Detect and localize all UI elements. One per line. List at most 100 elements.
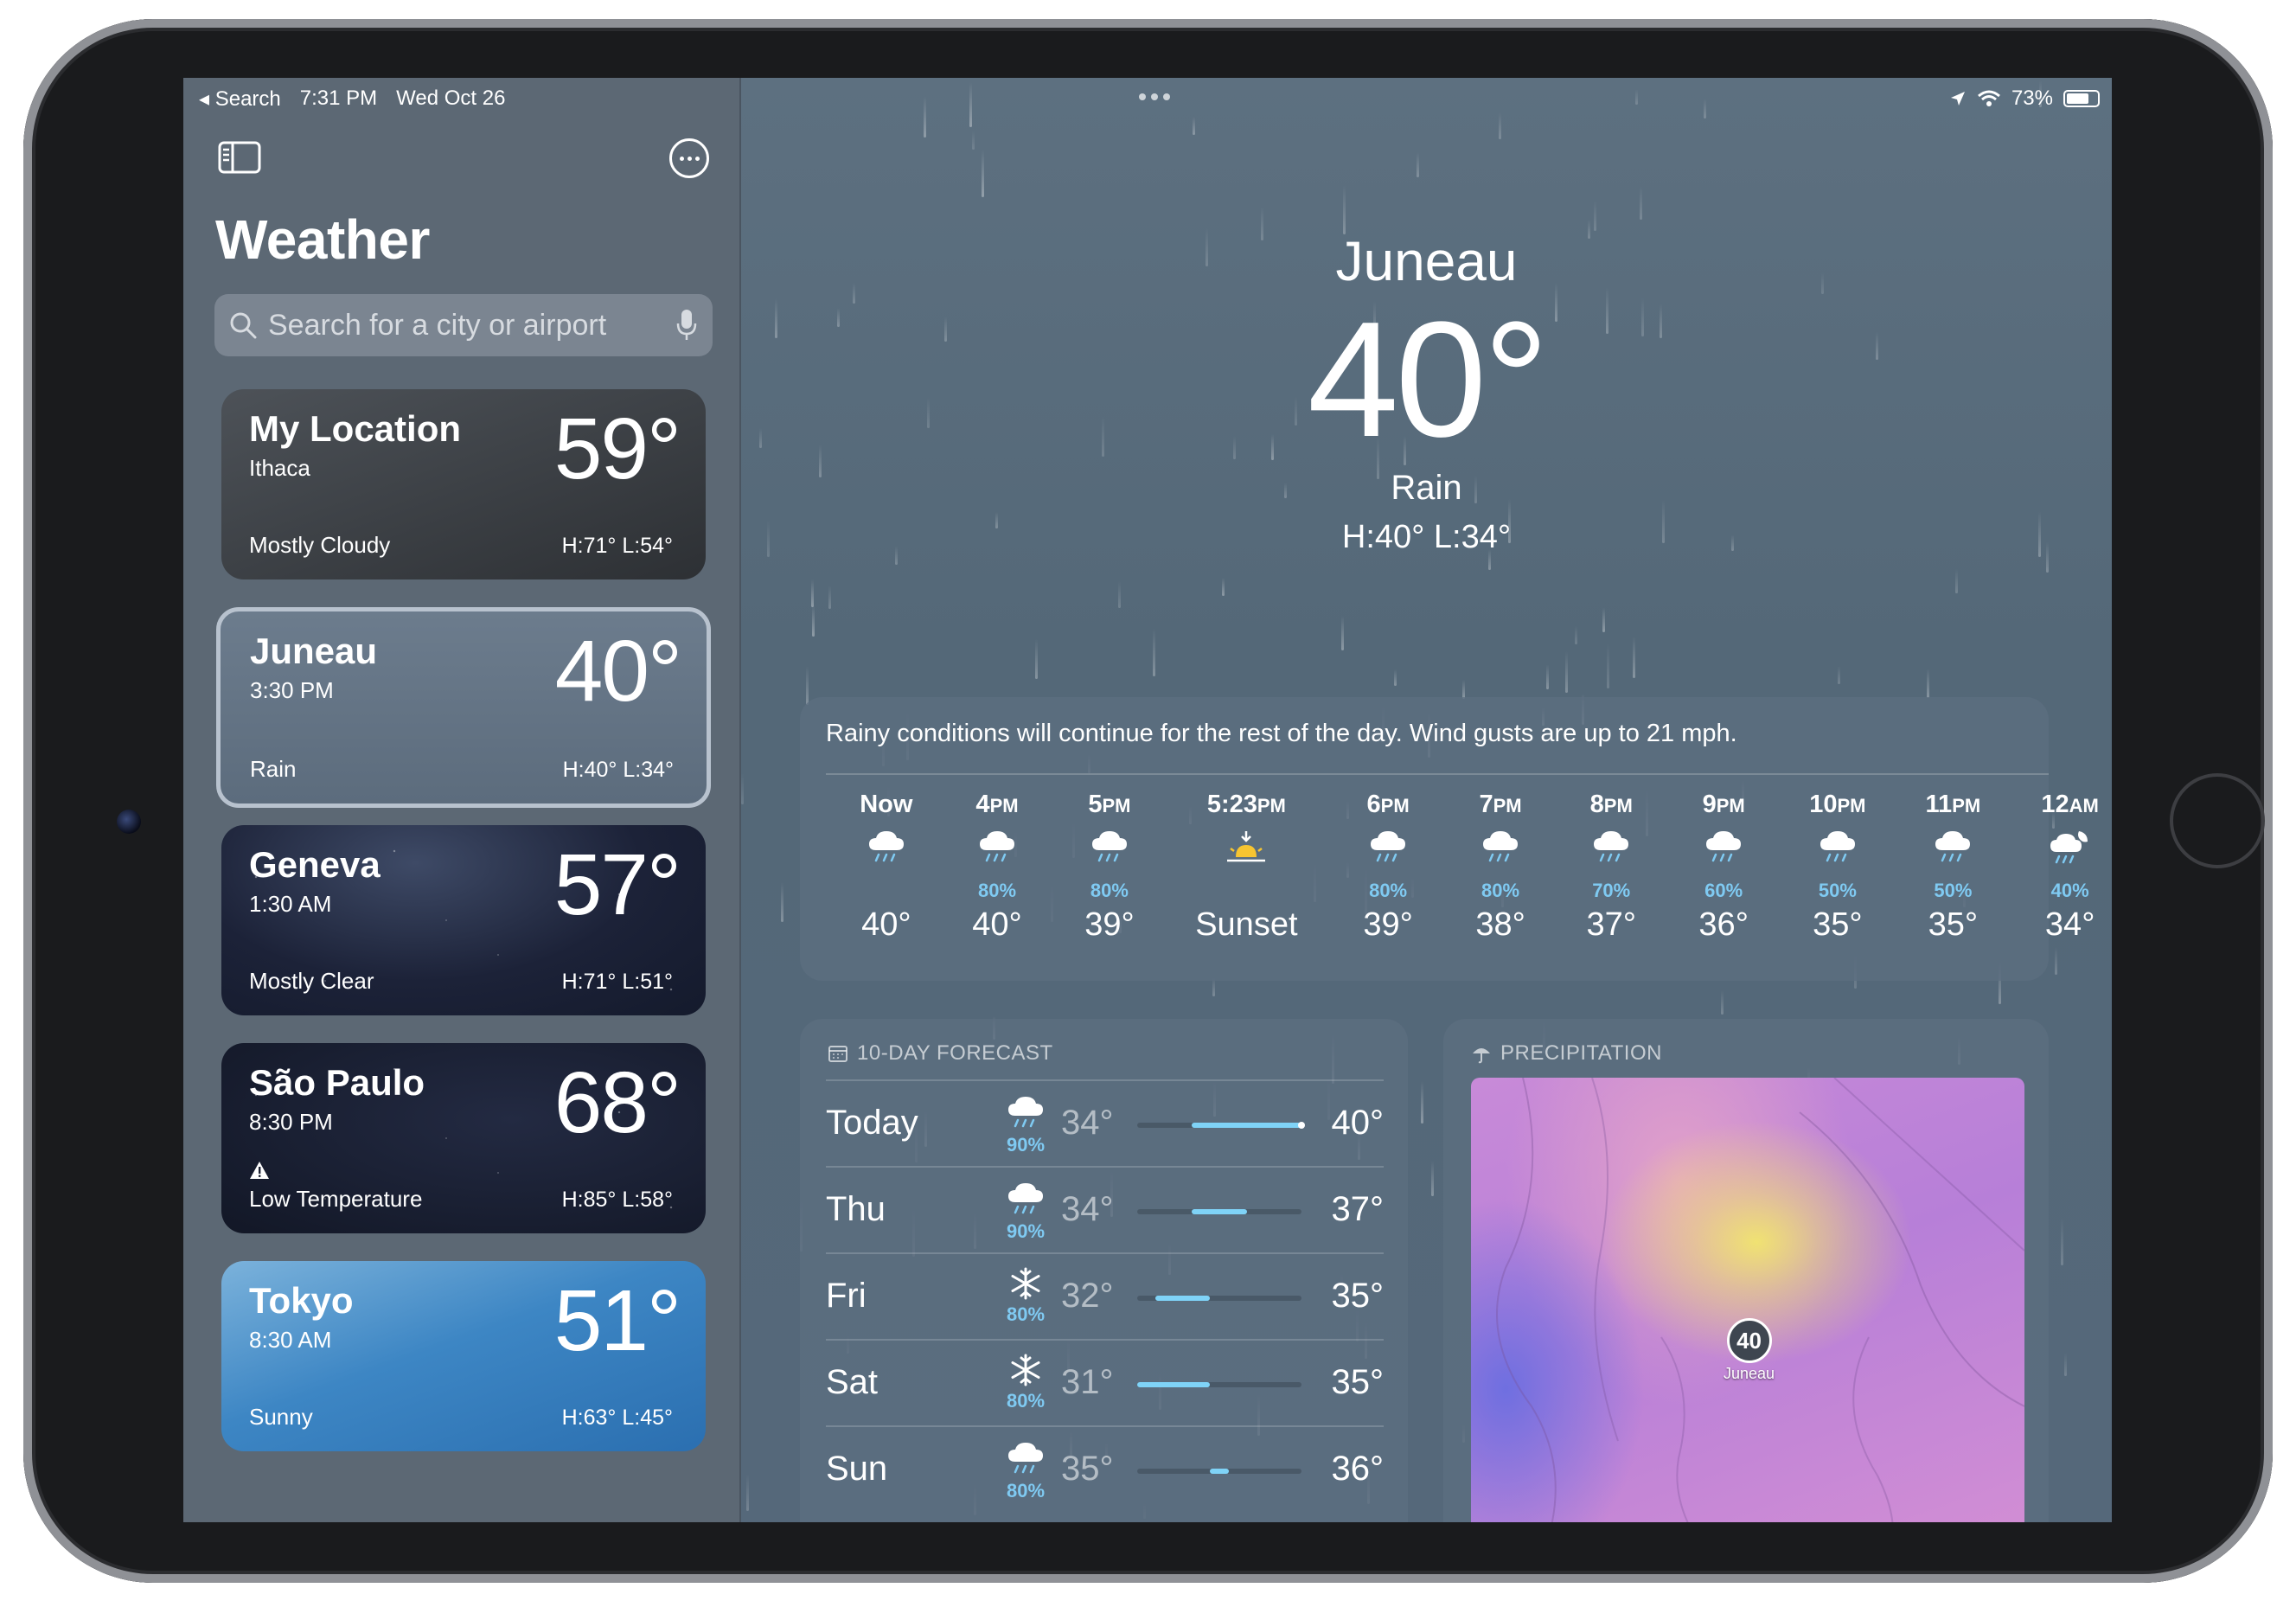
forecast-row[interactable]: Sat 80% 31° 35° bbox=[826, 1339, 1384, 1425]
card-city: São Paulo bbox=[249, 1062, 425, 1103]
card-high-low: H:71° L:51° bbox=[561, 970, 673, 994]
map-location-pin[interactable]: 40 Juneau bbox=[1724, 1318, 1775, 1383]
forecast-row[interactable]: Sun 80% 35° 36° bbox=[826, 1425, 1384, 1512]
moon-rain-icon bbox=[2018, 819, 2112, 880]
temperature-range-bar bbox=[1137, 1382, 1301, 1387]
hour-item: 8PM 70% 37° bbox=[1559, 791, 1663, 943]
current-high-low: H:40° L:34° bbox=[1341, 519, 1512, 555]
hour-time: 11PM bbox=[1925, 791, 1981, 818]
battery-icon bbox=[2063, 90, 2100, 107]
multitasking-grip-icon[interactable] bbox=[1139, 93, 1170, 100]
back-label: Search bbox=[214, 87, 281, 111]
hour-time: 4PM bbox=[975, 791, 1019, 818]
hour-value: 39° bbox=[1084, 906, 1135, 943]
temperature-range-bar bbox=[1137, 1209, 1301, 1214]
hour-precip-chance bbox=[835, 880, 938, 902]
card-temperature: 57° bbox=[553, 836, 681, 933]
card-temperature: 68° bbox=[553, 1054, 681, 1151]
forecast-high: 35° bbox=[1331, 1277, 1385, 1315]
forecast-high: 35° bbox=[1331, 1363, 1385, 1401]
status-date: Wed Oct 26 bbox=[396, 86, 506, 110]
forecast-low: 34° bbox=[1061, 1190, 1114, 1228]
hour-item: 5:23PM Sunset bbox=[1194, 791, 1298, 943]
status-bar-right: 73% bbox=[1949, 86, 2100, 111]
card-city: Tokyo bbox=[249, 1280, 354, 1321]
precipitation-header-label: PRECIPITATION bbox=[1500, 1041, 1662, 1065]
temperature-range-fill bbox=[1137, 1382, 1211, 1387]
hour-value: 34° bbox=[2044, 906, 2095, 943]
location-card-my-location[interactable]: My Location Ithaca 59° Mostly Cloudy H:7… bbox=[221, 389, 706, 579]
card-condition: Sunny bbox=[249, 1404, 313, 1430]
hour-item: 4PM 80% 40° bbox=[945, 791, 1049, 943]
battery-percent: 73% bbox=[2011, 86, 2053, 110]
forecast-header-label: 10-DAY FORECAST bbox=[857, 1041, 1053, 1065]
rain-cloud-icon bbox=[1449, 819, 1552, 880]
hour-value: 40° bbox=[861, 906, 911, 943]
main-weather-view: 73% Juneau 40° Rain H:40° L:34° Rainy co… bbox=[741, 78, 2112, 1522]
card-high-low: H:40° L:34° bbox=[562, 758, 674, 782]
hour-time: Now bbox=[860, 791, 913, 818]
card-condition: Mostly Clear bbox=[249, 968, 374, 994]
forecast-low: 34° bbox=[1061, 1104, 1114, 1142]
card-subtitle: 1:30 AM bbox=[249, 891, 332, 917]
home-button[interactable] bbox=[2170, 773, 2265, 868]
back-to-search[interactable]: ◂ Search bbox=[199, 86, 281, 112]
search-placeholder: Search for a city or airport bbox=[268, 308, 607, 342]
forecast-precip-chance: 80% bbox=[1006, 1303, 1046, 1325]
hour-item: 12AM 40% 34° bbox=[2018, 791, 2112, 943]
current-condition: Rain bbox=[1391, 469, 1462, 507]
hour-time: 9PM bbox=[1702, 791, 1745, 818]
rain-cloud-icon bbox=[1058, 819, 1161, 880]
hour-value: 37° bbox=[1586, 906, 1636, 943]
hour-value: 35° bbox=[1813, 906, 1863, 943]
hour-time: 8PM bbox=[1589, 791, 1633, 818]
search-field[interactable]: Search for a city or airport bbox=[214, 294, 713, 356]
hour-item: 10PM 50% 35° bbox=[1786, 791, 1890, 943]
status-time: 7:31 PM bbox=[299, 86, 378, 110]
hour-precip-chance: 80% bbox=[1481, 880, 1520, 901]
location-arrow-icon bbox=[1950, 92, 1965, 106]
forecast-precip-chance: 90% bbox=[1006, 1134, 1046, 1156]
search-icon bbox=[230, 312, 257, 339]
hour-value: Sunset bbox=[1195, 906, 1298, 943]
forecast-header: 10-DAY FORECAST bbox=[828, 1041, 1053, 1066]
hour-precip-chance: 70% bbox=[1592, 880, 1631, 901]
location-card-tokyo[interactable]: Tokyo 8:30 AM 51° Sunny H:63° L:45° bbox=[221, 1261, 706, 1451]
rain-cloud-icon bbox=[835, 819, 938, 880]
wifi-icon bbox=[1977, 90, 2000, 106]
hourly-forecast-panel[interactable]: Rainy conditions will continue for the r… bbox=[800, 697, 2099, 981]
location-card-geneva[interactable]: Geneva 1:30 AM 57° Mostly Clear H:71° L:… bbox=[221, 825, 706, 1015]
card-high-low: H:85° L:58° bbox=[561, 1188, 673, 1212]
hour-value: 35° bbox=[1928, 906, 1979, 943]
forecast-high: 37° bbox=[1331, 1190, 1385, 1228]
more-options-icon[interactable] bbox=[669, 138, 709, 178]
hour-value: 39° bbox=[1363, 906, 1413, 943]
sidebar-toggle-icon[interactable] bbox=[218, 140, 261, 175]
hour-value: 36° bbox=[1698, 906, 1749, 943]
hour-precip-chance: 60% bbox=[1704, 880, 1743, 901]
rain-cloud-icon: 90% bbox=[995, 1093, 1056, 1156]
microphone-icon[interactable] bbox=[676, 308, 697, 343]
temperature-range-fill bbox=[1192, 1209, 1247, 1214]
card-city: Juneau bbox=[250, 631, 378, 671]
location-card-sao-paulo[interactable]: São Paulo 8:30 PM 68° Low Temperature H:… bbox=[221, 1043, 706, 1233]
card-temperature: 59° bbox=[553, 400, 681, 497]
card-subtitle: Ithaca bbox=[249, 455, 310, 481]
forecast-row[interactable]: Today 90% 34° 40° bbox=[826, 1079, 1384, 1166]
forecast-row[interactable]: Fri 80% 32° 35° bbox=[826, 1252, 1384, 1339]
hour-precip-chance: 80% bbox=[1369, 880, 1408, 901]
hour-precip-chance: 50% bbox=[1818, 880, 1857, 901]
precipitation-header: PRECIPITATION bbox=[1471, 1041, 1662, 1066]
precipitation-map[interactable]: 40 Juneau bbox=[1471, 1078, 2024, 1522]
forecast-row[interactable]: Thu 90% 34° 37° bbox=[826, 1166, 1384, 1252]
precipitation-panel[interactable]: PRECIPITATION 40 Juneau bbox=[1443, 1019, 2049, 1522]
rain-cloud-icon bbox=[1786, 819, 1890, 880]
card-temperature: 40° bbox=[554, 623, 682, 720]
map-terrain-lines bbox=[1496, 1078, 2024, 1522]
ten-day-forecast-panel[interactable]: 10-DAY FORECAST Today 90% 34° 40° Thu 90% 34° 3… bbox=[800, 1019, 1408, 1522]
hour-time: 12AM bbox=[2041, 791, 2099, 818]
rain-cloud-icon bbox=[1336, 819, 1440, 880]
location-card-juneau[interactable]: Juneau 3:30 PM 40° Rain H:40° L:34° bbox=[216, 607, 711, 808]
forecast-high: 40° bbox=[1331, 1104, 1385, 1142]
temperature-range-fill bbox=[1192, 1123, 1301, 1128]
